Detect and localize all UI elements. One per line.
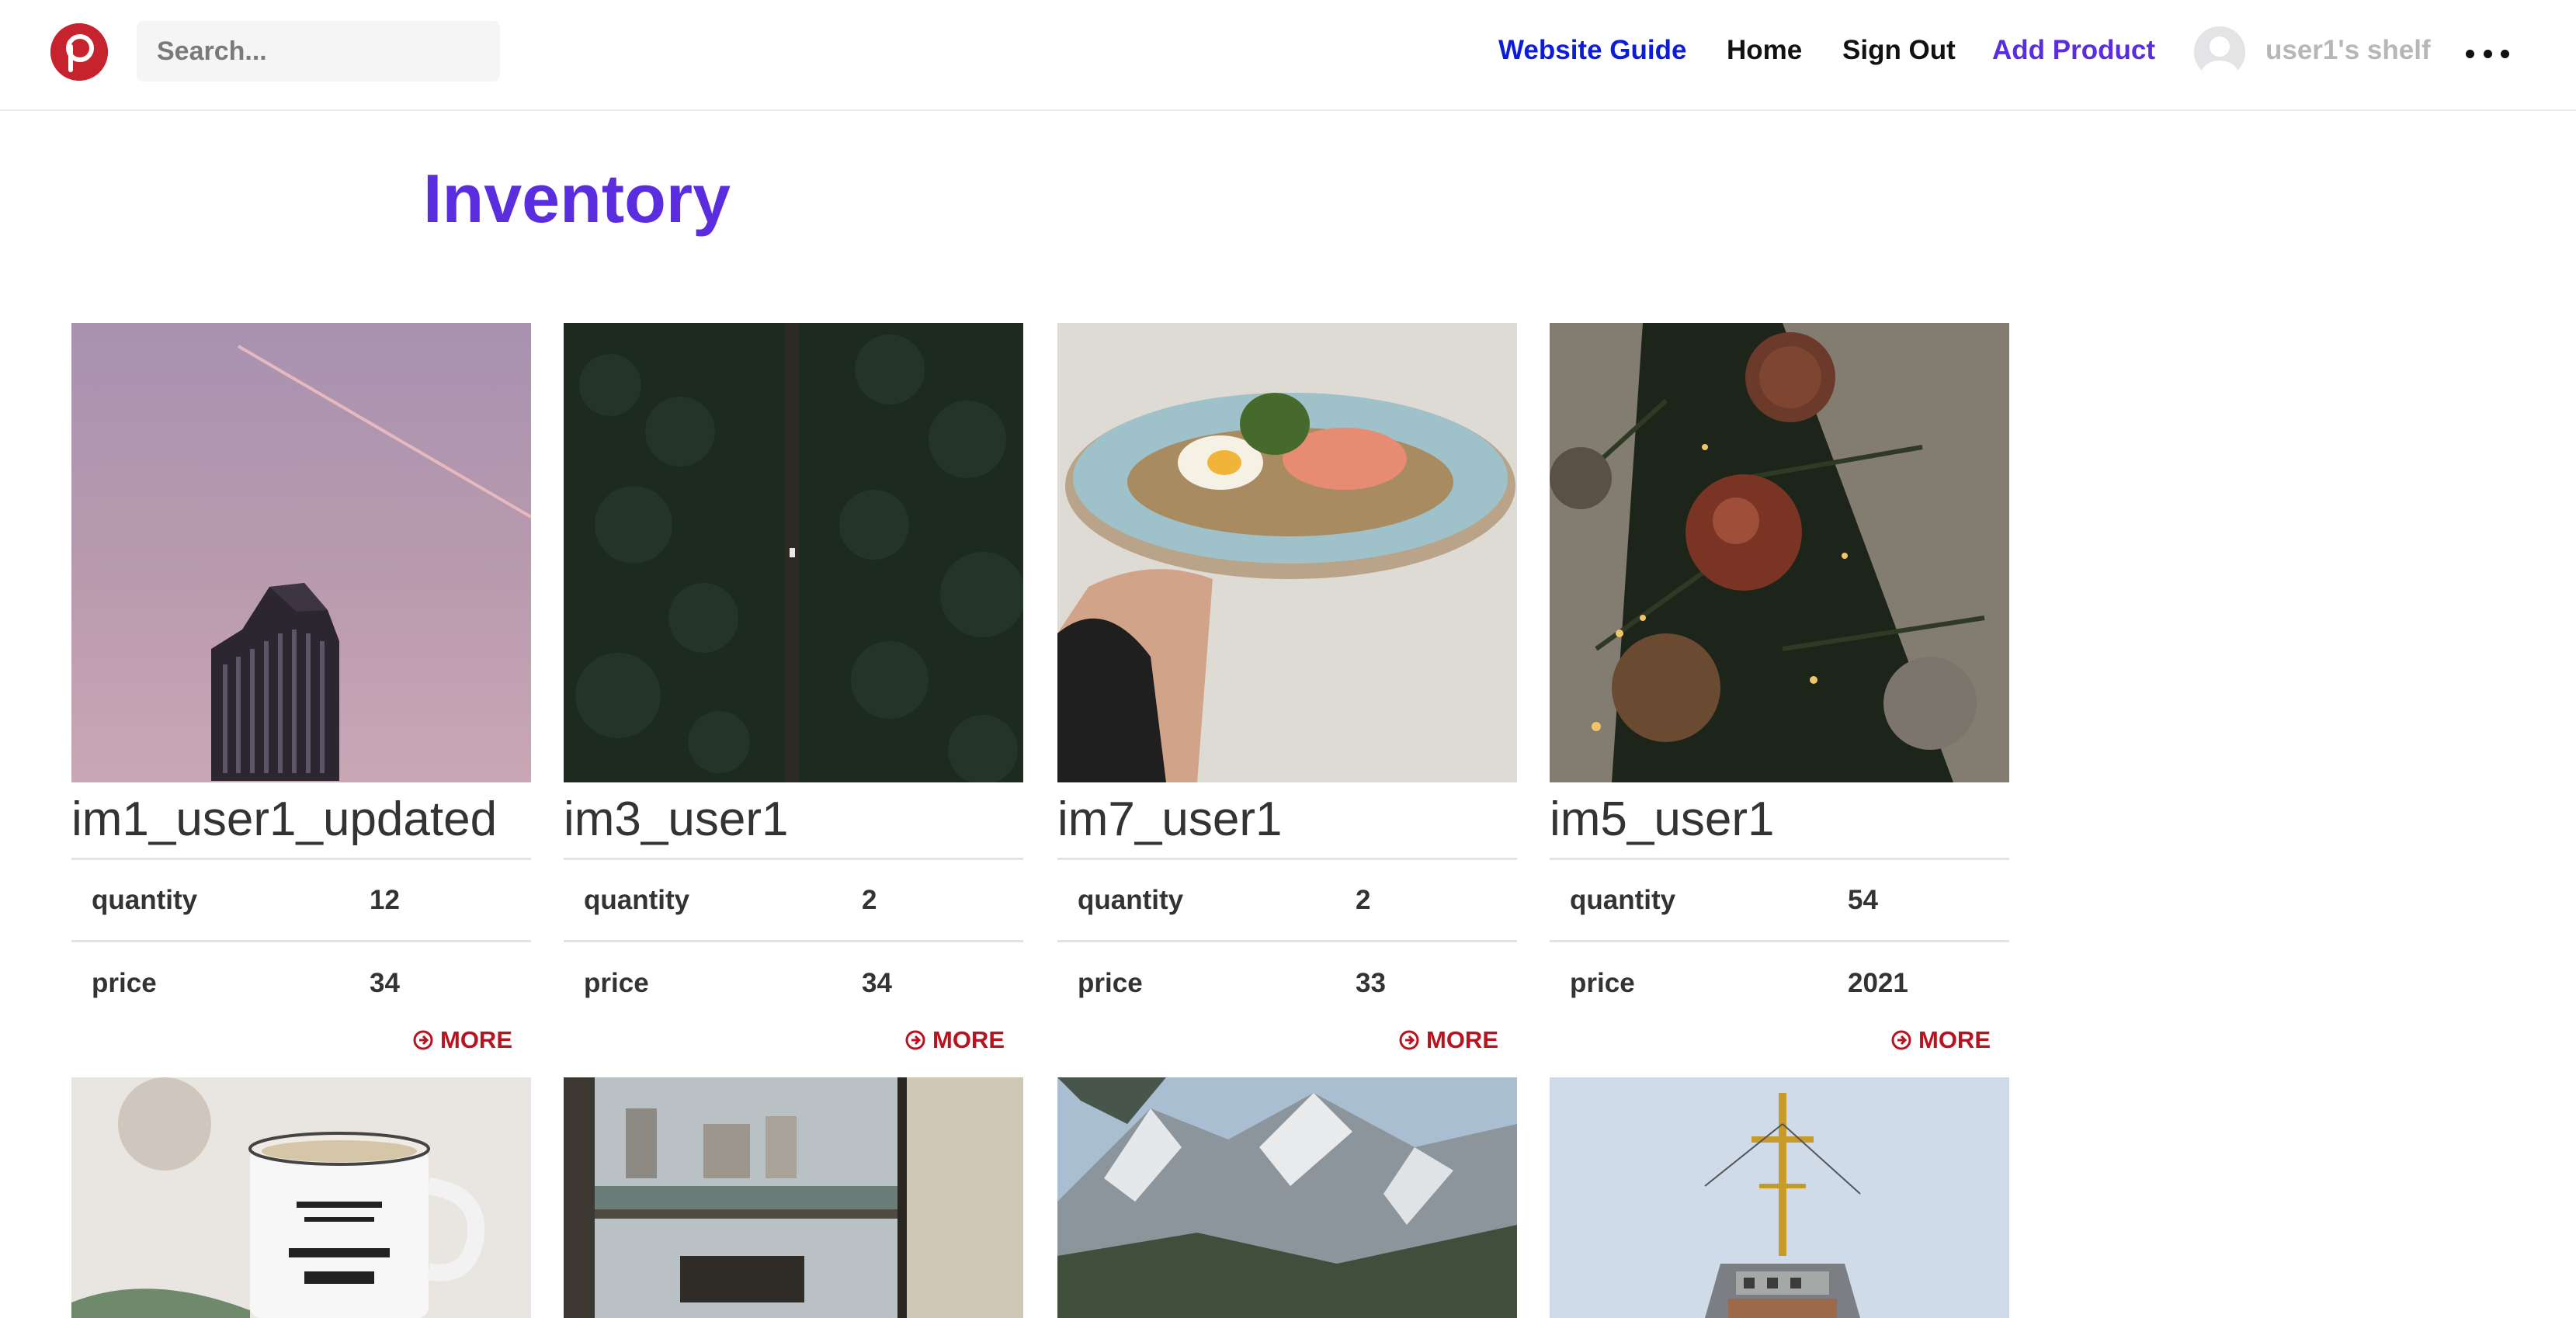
snowy-mountain-image[interactable] <box>1057 1077 1517 1318</box>
user-avatar-icon <box>2194 26 2245 78</box>
ship-mast-image[interactable] <box>1550 1077 2009 1318</box>
price-label: price <box>92 968 157 998</box>
price-label: price <box>584 968 649 998</box>
more-label: MORE <box>440 1026 512 1053</box>
skyscraper-sky-image[interactable] <box>71 323 531 782</box>
arrow-circle-right-icon <box>1890 1029 1912 1051</box>
arrow-circle-right-icon <box>904 1029 926 1051</box>
price-value: 33 <box>1356 968 1386 998</box>
quantity-row: quantity 54 <box>1550 860 2009 942</box>
more-button[interactable]: MORE <box>1890 1026 1991 1054</box>
search-input[interactable] <box>137 21 500 82</box>
price-row: price 34 MORE <box>71 942 531 1053</box>
quantity-label: quantity <box>92 884 198 915</box>
product-card: im1_user1_updated quantity 12 price 34 M… <box>71 323 531 1053</box>
price-row: price 33 MORE <box>1057 942 1517 1053</box>
sign-out-link[interactable]: Sign Out <box>1842 33 1956 68</box>
more-label: MORE <box>1918 1026 1991 1053</box>
quantity-value: 2 <box>1356 884 1371 915</box>
price-row: price 34 MORE <box>564 942 1023 1053</box>
chocolate-mug-image[interactable] <box>71 1077 531 1318</box>
quantity-label: quantity <box>1570 884 1676 915</box>
price-value: 34 <box>862 968 892 998</box>
product-name[interactable]: im7_user1 <box>1057 782 1517 860</box>
more-label: MORE <box>932 1026 1005 1053</box>
product-name[interactable]: im1_user1_updated <box>71 782 531 860</box>
quantity-row: quantity 2 <box>1057 860 1517 942</box>
forest-road-image[interactable] <box>564 323 1023 782</box>
more-button[interactable]: MORE <box>1398 1026 1498 1054</box>
price-label: price <box>1570 968 1635 998</box>
quantity-label: quantity <box>584 884 690 915</box>
more-button[interactable]: MORE <box>412 1026 512 1054</box>
add-product-link[interactable]: Add Product <box>1992 33 2155 68</box>
product-name[interactable]: im5_user1 <box>1550 782 2009 860</box>
product-card: im5_user1 quantity 54 price 2021 MORE <box>1550 323 2009 1053</box>
top-navbar: Website Guide Home Sign Out Add Product … <box>0 0 2576 111</box>
quantity-row: quantity 12 <box>71 860 531 942</box>
quantity-value: 12 <box>370 884 400 915</box>
arrow-circle-right-icon <box>1398 1029 1420 1051</box>
christmas-ornaments-image[interactable] <box>1550 323 2009 782</box>
website-guide-link[interactable]: Website Guide <box>1498 33 1686 68</box>
arrow-circle-right-icon <box>412 1029 434 1051</box>
page-title: Inventory <box>423 160 731 237</box>
quantity-label: quantity <box>1078 884 1184 915</box>
pinterest-logo-icon[interactable] <box>50 23 108 81</box>
price-label: price <box>1078 968 1143 998</box>
product-name[interactable]: im3_user1 <box>564 782 1023 860</box>
more-label: MORE <box>1426 1026 1498 1053</box>
food-plate-image[interactable] <box>1057 323 1517 782</box>
home-link[interactable]: Home <box>1727 33 1802 68</box>
price-value: 34 <box>370 968 400 998</box>
balcony-room-image[interactable] <box>564 1077 1023 1318</box>
price-row: price 2021 MORE <box>1550 942 2009 1053</box>
quantity-value: 54 <box>1848 884 1878 915</box>
more-options-icon[interactable] <box>2466 40 2509 67</box>
product-card: im3_user1 quantity 2 price 34 MORE <box>564 323 1023 1053</box>
quantity-row: quantity 2 <box>564 860 1023 942</box>
product-card: im7_user1 quantity 2 price 33 MORE <box>1057 323 1517 1053</box>
price-value: 2021 <box>1848 968 1908 998</box>
quantity-value: 2 <box>862 884 877 915</box>
user-shelf-link[interactable]: user1's shelf <box>2265 33 2431 68</box>
avatar[interactable] <box>2194 26 2245 78</box>
more-button[interactable]: MORE <box>904 1026 1005 1054</box>
